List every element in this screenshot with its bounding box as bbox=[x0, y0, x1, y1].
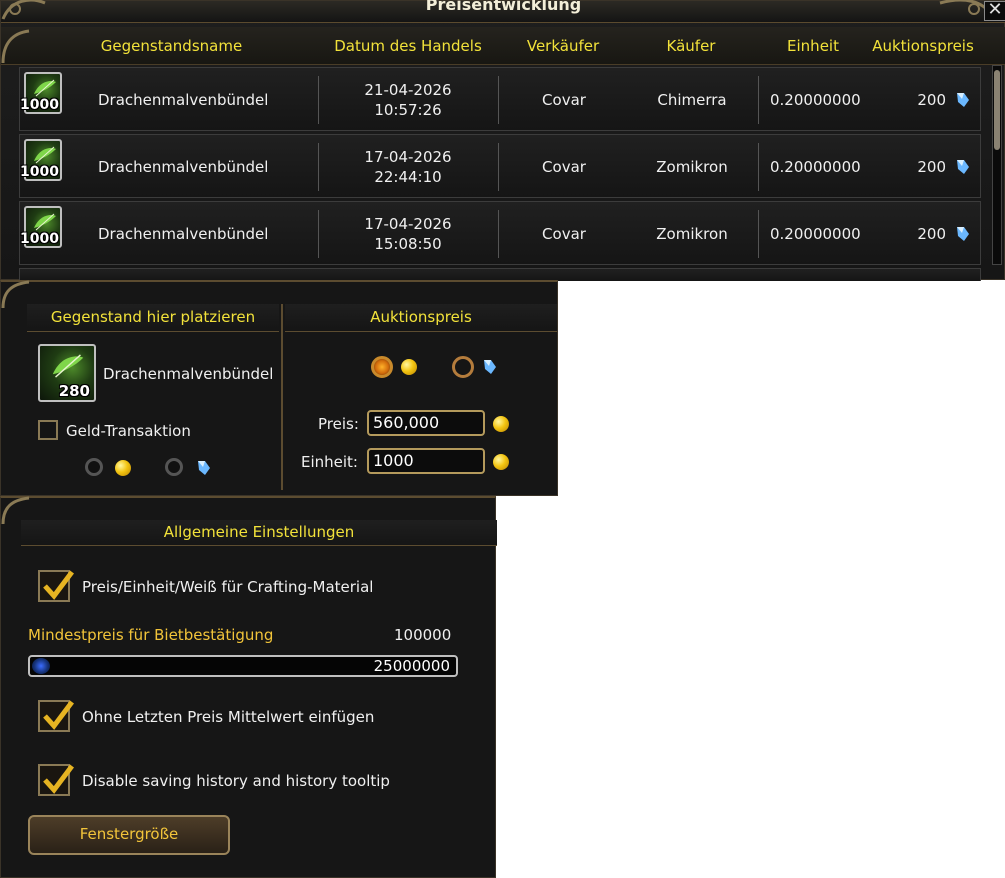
unit-price: 0.20000000 bbox=[770, 225, 861, 243]
gem-radio[interactable] bbox=[165, 458, 183, 476]
buyer: Zomikron bbox=[656, 225, 728, 243]
price-history-panel: Preisentwicklung ✕ Gegenstandsname Datum… bbox=[0, 0, 1005, 281]
gem-icon bbox=[957, 227, 969, 241]
table-row[interactable]: 1000 Drachenmalvenbündel 17-04-2026 22:4… bbox=[19, 134, 981, 198]
table-row[interactable]: 1000 Drachenmalvenbündel 21-04-2026 10:5… bbox=[19, 67, 981, 131]
item-name: Drachenmalvenbündel bbox=[103, 365, 274, 383]
herb-icon bbox=[34, 79, 56, 97]
disable-history-checkbox[interactable] bbox=[38, 764, 74, 796]
auction-price: 200 bbox=[917, 91, 946, 109]
herb-icon bbox=[34, 213, 56, 231]
sell-panel: Gegenstand hier platzieren Auktionspreis… bbox=[0, 280, 558, 496]
ornament-corner-icon bbox=[1, 29, 30, 64]
table-row[interactable]: 1000 Drachenmalvenbündel 17-04-2026 15:0… bbox=[19, 201, 981, 265]
money-transaction-checkbox[interactable] bbox=[38, 420, 58, 440]
unit-price: 0.20000000 bbox=[770, 158, 861, 176]
item-name: Drachenmalvenbündel bbox=[98, 158, 269, 176]
gem-icon bbox=[484, 360, 496, 374]
item-slot[interactable]: 280 bbox=[38, 344, 96, 402]
unit-input[interactable]: 1000 bbox=[367, 448, 485, 474]
history-header-row: Gegenstandsname Datum des Handels Verkäu… bbox=[1, 27, 1005, 65]
col-header-unit[interactable]: Einheit bbox=[773, 37, 853, 55]
window-title: Preisentwicklung bbox=[425, 0, 582, 14]
unit-label: Einheit: bbox=[301, 453, 358, 471]
history-scrollbar[interactable] bbox=[992, 65, 1002, 265]
unit-price: 0.20000000 bbox=[770, 91, 861, 109]
trade-time: 15:08:50 bbox=[374, 235, 442, 253]
gem-icon bbox=[957, 93, 969, 107]
auction-price: 200 bbox=[917, 158, 946, 176]
money-transaction-label: Geld-Transaktion bbox=[66, 422, 191, 440]
average-price-checkbox[interactable] bbox=[38, 700, 74, 732]
checkmark-icon bbox=[43, 570, 74, 600]
slider-max-value: 25000000 bbox=[373, 657, 450, 675]
herb-icon bbox=[34, 146, 56, 164]
buyer: Zomikron bbox=[656, 158, 728, 176]
price-input[interactable]: 560,000 bbox=[367, 410, 485, 436]
gold-coin-icon bbox=[115, 460, 131, 476]
item-quantity: 1000 bbox=[20, 97, 59, 113]
price-label: Preis: bbox=[318, 415, 359, 433]
checkmark-icon bbox=[43, 700, 74, 730]
item-icon: 1000 bbox=[20, 72, 62, 114]
item-icon: 1000 bbox=[20, 139, 62, 181]
trade-time: 10:57:26 bbox=[374, 101, 442, 119]
crafting-material-checkbox[interactable] bbox=[38, 570, 74, 602]
item-name: Drachenmalvenbündel bbox=[98, 225, 269, 243]
price-gem-radio[interactable] bbox=[452, 356, 474, 378]
item-quantity: 1000 bbox=[20, 164, 59, 180]
seller: Covar bbox=[542, 225, 586, 243]
average-price-label: Ohne Letzten Preis Mittelwert einfügen bbox=[82, 708, 375, 726]
general-settings-header: Allgemeine Einstellungen bbox=[21, 520, 497, 546]
item-icon: 1000 bbox=[20, 206, 62, 248]
checkmark-icon bbox=[43, 764, 74, 794]
auction-price: 200 bbox=[917, 225, 946, 243]
col-header-date[interactable]: Datum des Handels bbox=[319, 37, 497, 55]
trade-date: 17-04-2026 bbox=[364, 215, 452, 233]
place-item-header: Gegenstand hier platzieren bbox=[27, 304, 279, 332]
item-quantity: 280 bbox=[58, 382, 90, 400]
close-button[interactable]: ✕ bbox=[984, 1, 1005, 21]
item-quantity: 1000 bbox=[20, 231, 59, 247]
buyer: Chimerra bbox=[657, 91, 727, 109]
col-header-price[interactable]: Auktionspreis bbox=[867, 37, 979, 55]
gold-radio[interactable] bbox=[85, 458, 103, 476]
window-size-button[interactable]: Fenstergröße bbox=[28, 815, 230, 855]
gem-icon bbox=[198, 461, 210, 475]
price-gold-radio[interactable] bbox=[371, 356, 393, 378]
min-price-slider[interactable]: 25000000 bbox=[28, 655, 458, 677]
col-header-name[interactable]: Gegenstandsname bbox=[89, 37, 254, 55]
gold-coin-icon bbox=[493, 454, 509, 470]
seller: Covar bbox=[542, 158, 586, 176]
gold-coin-icon bbox=[401, 359, 417, 375]
item-name: Drachenmalvenbündel bbox=[98, 91, 269, 109]
disable-history-label: Disable saving history and history toolt… bbox=[82, 772, 390, 790]
title-bar: Preisentwicklung ✕ bbox=[1, 0, 1005, 23]
auction-price-header: Auktionspreis bbox=[285, 304, 557, 332]
col-header-seller[interactable]: Verkäufer bbox=[513, 37, 613, 55]
herb-icon bbox=[52, 354, 84, 378]
trade-time: 22:44:10 bbox=[374, 168, 442, 186]
trade-date: 17-04-2026 bbox=[364, 148, 452, 166]
gem-icon bbox=[957, 160, 969, 174]
min-price-value: 100000 bbox=[394, 626, 452, 644]
seller: Covar bbox=[542, 91, 586, 109]
trade-date: 21-04-2026 bbox=[364, 81, 452, 99]
slider-knob[interactable] bbox=[32, 658, 50, 674]
min-price-label: Mindestpreis für Bietbestätigung bbox=[28, 626, 274, 644]
col-header-buyer[interactable]: Käufer bbox=[641, 37, 741, 55]
gold-coin-icon bbox=[493, 416, 509, 432]
crafting-material-label: Preis/Einheit/Weiß für Crafting-Material bbox=[82, 578, 374, 596]
scrollbar-thumb[interactable] bbox=[994, 70, 1000, 150]
